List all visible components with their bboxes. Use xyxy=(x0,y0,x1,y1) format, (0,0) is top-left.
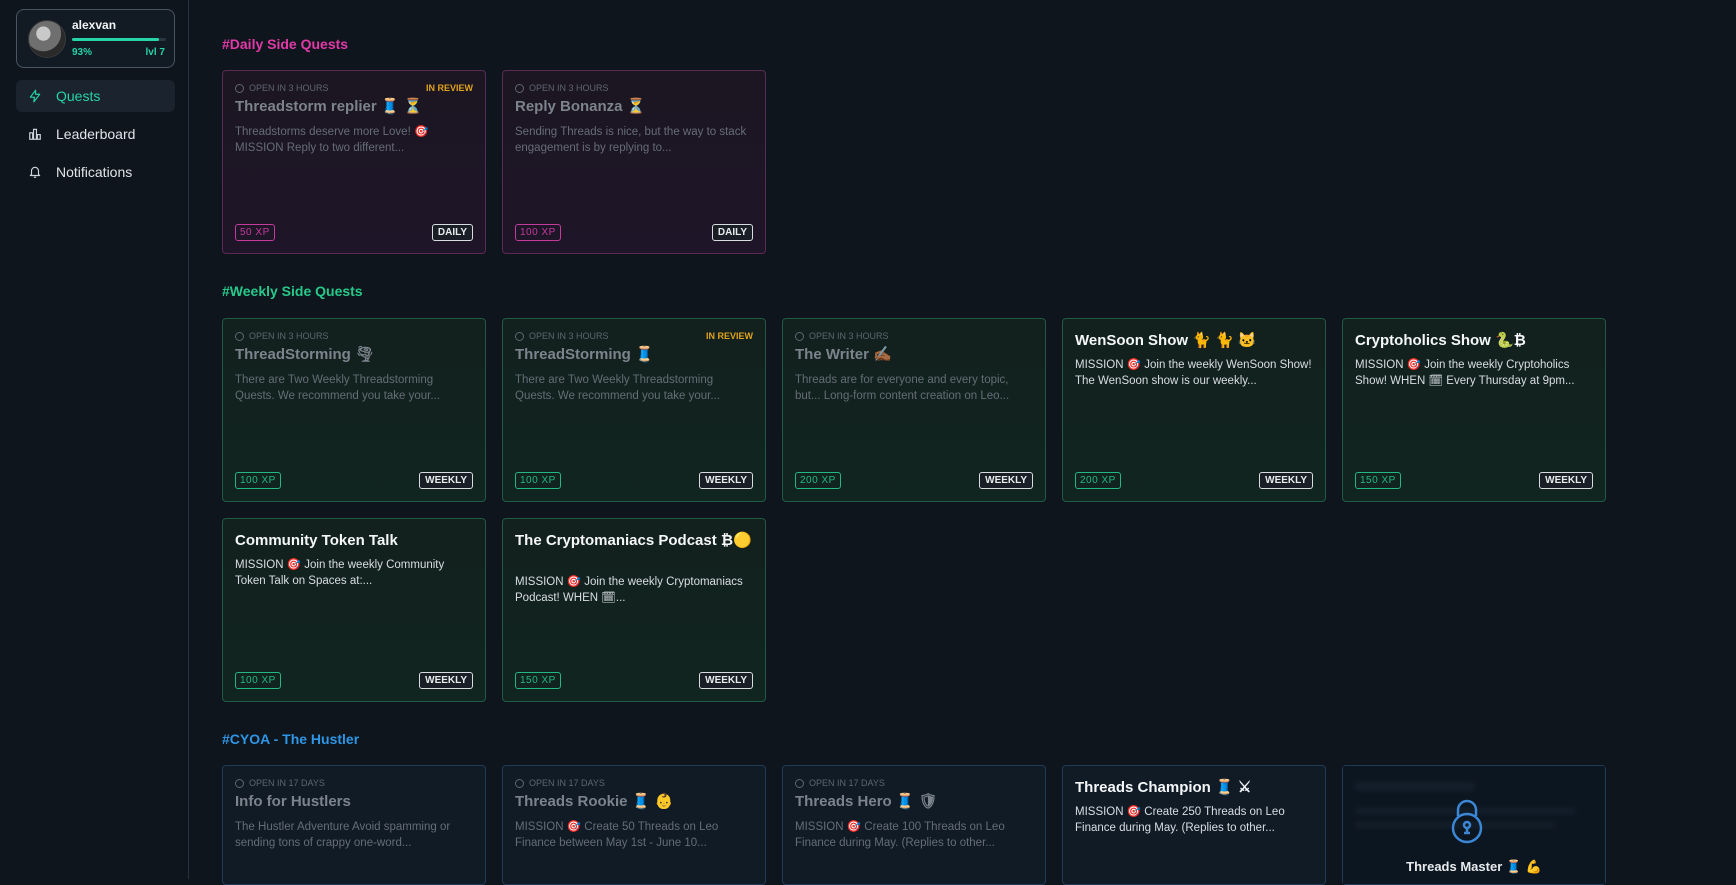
timer: OPEN IN 3 HOURS xyxy=(515,83,609,93)
nav-item-notifications[interactable]: Notifications xyxy=(16,156,175,188)
frequency-badge: DAILY xyxy=(711,224,753,241)
bar-chart-icon xyxy=(28,127,42,141)
quest-title: Threads Champion 🧵 ⚔ xyxy=(1075,779,1252,796)
quest-title: Threads Rookie 🧵 👶 xyxy=(515,793,674,810)
quest-card[interactable]: WenSoon Show 🐈 🐈 🐱 MISSION 🎯 Join the we… xyxy=(1062,318,1326,502)
quest-title: The Writer ✍🏾 xyxy=(795,346,892,363)
xp-badge: 150 XP xyxy=(515,672,561,689)
clock-icon xyxy=(795,331,804,341)
section-title-weekly: #Weekly Side Quests xyxy=(222,283,363,299)
frequency-badge: WEEKLY xyxy=(699,472,753,489)
profile-card[interactable]: alexvan 93% lvl 7 xyxy=(16,9,175,68)
nav-item-quests[interactable]: Quests xyxy=(16,80,175,112)
bell-icon xyxy=(28,165,42,179)
quest-card[interactable]: Community Token Talk MISSION 🎯 Join the … xyxy=(222,518,486,702)
timer: OPEN IN 3 HOURS xyxy=(235,331,329,341)
timer: OPEN IN 3 HOURS xyxy=(795,331,889,341)
level-label: lvl 7 xyxy=(145,47,165,58)
quest-description: MISSION 🎯 Create 50 Threads on Leo Finan… xyxy=(515,821,719,849)
status-badge: IN REVIEW xyxy=(705,331,753,341)
nav-label: Notifications xyxy=(56,164,133,180)
quest-description: The Hustler Adventure Avoid spamming or … xyxy=(235,821,451,849)
level-progress-fill xyxy=(72,38,160,41)
frequency-badge: WEEKLY xyxy=(419,672,473,689)
frequency-badge: WEEKLY xyxy=(1259,472,1313,489)
quest-card[interactable]: OPEN IN 3 HOURS IN REVIEW Threadstorm re… xyxy=(222,70,486,254)
quest-card[interactable]: OPEN IN 3 HOURS ThreadStorming 🌪 There a… xyxy=(222,318,486,502)
quest-title: WenSoon Show 🐈 🐈 🐱 xyxy=(1075,332,1257,349)
locked-quest-title: Threads Master 🧵 💪 xyxy=(1406,859,1542,874)
quest-description: Threadstorms deserve more Love! 🎯 MISSIO… xyxy=(235,126,429,154)
quest-description: MISSION 🎯 Join the weekly Community Toke… xyxy=(235,559,445,587)
xp-badge: 50 XP xyxy=(235,224,275,241)
bolt-icon xyxy=(28,89,42,103)
xp-badge: 100 XP xyxy=(515,224,561,241)
section-title-daily: #Daily Side Quests xyxy=(222,36,349,52)
quest-title: Threadstorm replier 🧵 ⏳ xyxy=(235,98,423,115)
quest-card[interactable]: OPEN IN 3 HOURS The Writer ✍🏾 Threads ar… xyxy=(782,318,1046,502)
xp-badge: 100 XP xyxy=(235,672,281,689)
quest-title: Reply Bonanza ⏳ xyxy=(515,98,646,115)
quest-card[interactable]: OPEN IN 3 HOURS Reply Bonanza ⏳ Sending … xyxy=(502,70,766,254)
xp-badge: 200 XP xyxy=(795,472,841,489)
quest-title: Info for Hustlers xyxy=(235,793,351,810)
quest-description: MISSION 🎯 Join the weekly Cryptomaniacs … xyxy=(515,576,743,604)
nav-item-leaderboard[interactable]: Leaderboard xyxy=(16,118,175,150)
section-title-cyoa: #CYOA - The Hustler xyxy=(222,731,360,747)
quest-card[interactable]: The Cryptomaniacs Podcast ₿🟡 MISSION 🎯 J… xyxy=(502,518,766,702)
quest-card[interactable]: OPEN IN 17 DAYS Threads Hero 🧵 🛡 MISSION… xyxy=(782,765,1046,885)
quest-title: Cryptoholics Show 🐍₿ xyxy=(1355,332,1526,349)
xp-badge: 150 XP xyxy=(1355,472,1401,489)
quest-title: The Cryptomaniacs Podcast ₿🟡 xyxy=(515,532,752,549)
lock-icon xyxy=(1451,799,1483,844)
quest-title: Threads Hero 🧵 🛡 xyxy=(795,793,938,810)
frequency-badge: WEEKLY xyxy=(1539,472,1593,489)
xp-badge: 100 XP xyxy=(515,472,561,489)
clock-icon xyxy=(235,83,244,93)
frequency-badge: WEEKLY xyxy=(419,472,473,489)
timer: OPEN IN 3 HOURS xyxy=(515,331,609,341)
frequency-badge: DAILY xyxy=(431,224,473,241)
quest-card[interactable]: OPEN IN 17 DAYS Threads Rookie 🧵 👶 MISSI… xyxy=(502,765,766,885)
quest-card[interactable]: OPEN IN 17 DAYS Info for Hustlers The Hu… xyxy=(222,765,486,885)
timer: OPEN IN 17 DAYS xyxy=(795,778,885,788)
quest-description: There are Two Weekly Threadstorming Ques… xyxy=(515,374,720,402)
frequency-badge: WEEKLY xyxy=(699,672,753,689)
quest-title: ThreadStorming 🧵 xyxy=(515,346,654,363)
timer: OPEN IN 17 DAYS xyxy=(235,778,325,788)
progress-percent: 93% xyxy=(72,47,93,58)
xp-badge: 100 XP xyxy=(235,472,281,489)
clock-icon xyxy=(515,83,524,93)
clock-icon xyxy=(795,778,804,788)
clock-icon xyxy=(515,331,524,341)
clock-icon xyxy=(515,778,524,788)
quest-description: MISSION 🎯 Create 100 Threads on Leo Fina… xyxy=(795,821,1005,849)
quest-card[interactable]: Cryptoholics Show 🐍₿ MISSION 🎯 Join the … xyxy=(1342,318,1606,502)
avatar xyxy=(28,20,66,58)
nav-label: Quests xyxy=(56,88,101,104)
xp-badge: 200 XP xyxy=(1075,472,1121,489)
quest-description: MISSION 🎯 Create 250 Threads on Leo Fina… xyxy=(1075,806,1285,834)
locked-quest-card[interactable]: Threads Master 🧵 💪 xyxy=(1342,765,1606,885)
sidebar: alexvan 93% lvl 7 Quests Leaderboard Not… xyxy=(0,0,189,879)
quest-description: Threads are for everyone and every topic… xyxy=(795,374,1010,402)
nav-label: Leaderboard xyxy=(56,126,136,142)
quest-description: There are Two Weekly Threadstorming Ques… xyxy=(235,374,440,402)
frequency-badge: WEEKLY xyxy=(979,472,1033,489)
timer: OPEN IN 17 DAYS xyxy=(515,778,605,788)
lock-overlay: Threads Master 🧵 💪 xyxy=(1343,766,1605,884)
quest-title: Community Token Talk xyxy=(235,532,398,549)
quest-description: MISSION 🎯 Join the weekly Cryptoholics S… xyxy=(1355,359,1575,387)
level-progress-bar xyxy=(72,38,166,41)
status-badge: IN REVIEW xyxy=(425,83,473,93)
quest-card[interactable]: OPEN IN 3 HOURS IN REVIEW ThreadStorming… xyxy=(502,318,766,502)
username: alexvan xyxy=(72,18,117,32)
quest-title: ThreadStorming 🌪 xyxy=(235,346,375,363)
quest-card[interactable]: Threads Champion 🧵 ⚔ MISSION 🎯 Create 25… xyxy=(1062,765,1326,885)
clock-icon xyxy=(235,778,244,788)
quest-description: Sending Threads is nice, but the way to … xyxy=(515,126,747,154)
timer: OPEN IN 3 HOURS xyxy=(235,83,329,93)
clock-icon xyxy=(235,331,244,341)
quest-description: MISSION 🎯 Join the weekly WenSoon Show! … xyxy=(1075,359,1312,387)
